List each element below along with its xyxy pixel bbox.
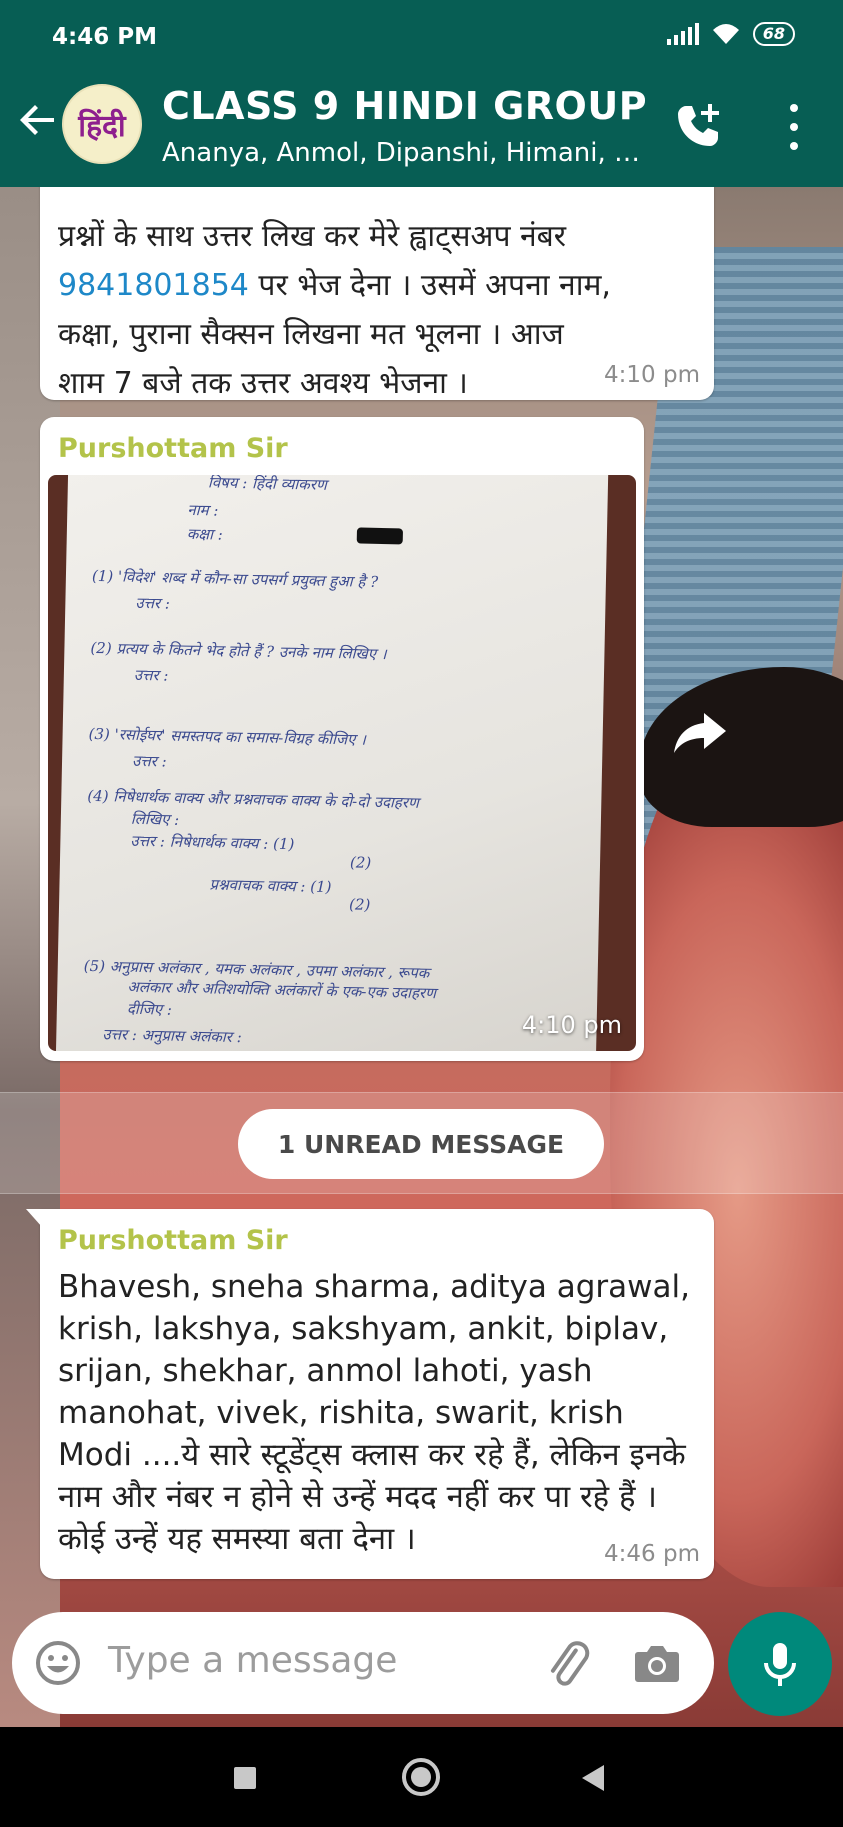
message-bubble[interactable]: प्रश्नों के साथ उत्तर लिख कर मेरे ह्वाट्… [40,187,714,401]
attach-icon[interactable] [540,1636,596,1692]
message-time: 4:10 pm [521,1011,622,1039]
status-icons: 68 [666,22,795,46]
mic-icon [764,1643,796,1686]
sender-name: Purshottam Sir [58,1225,288,1256]
worksheet-line: (2) [348,895,371,914]
status-time: 4:46 PM [52,24,157,50]
worksheet-photo[interactable]: विषय : हिंदी व्याकरण नाम : कक्षा : (1) '… [48,475,636,1051]
chat-area[interactable]: प्रश्नों के साथ उत्तर लिख कर मेरे ह्वाट्… [0,187,843,1727]
worksheet-line: उत्तर : [133,665,169,685]
message-time: 4:46 pm [604,1541,700,1567]
message-line: शाम 7 बजे तक उत्तर अवश्य भेजना । [58,366,468,401]
message-composer: Type a message [0,1600,843,1727]
worksheet-line: उत्तर : [131,751,167,771]
worksheet-line: (2) प्रत्यय के कितने भेद होते हैं ? उनके… [90,638,387,664]
worksheet-line: (2) [349,853,372,872]
chat-title[interactable]: CLASS 9 HINDI GROUP [162,84,647,128]
battery-icon: 68 [752,22,795,46]
worksheet-line: उत्तर : [135,593,171,613]
worksheet-line: विषय : हिंदी व्याकरण [207,475,327,494]
system-nav-bar [0,1727,843,1827]
avatar-logo-text: हिंदी [78,108,126,144]
worksheet-paper: विषय : हिंदी व्याकरण नाम : कक्षा : (1) '… [55,475,609,1051]
message-text: Bhavesh, sneha sharma, aditya agrawal, k… [58,1269,690,1557]
camera-icon[interactable] [630,1636,684,1690]
recents-button[interactable] [234,1767,256,1789]
sender-name: Purshottam Sir [58,433,288,464]
add-call-icon[interactable] [672,100,724,152]
back-arrow-icon[interactable] [14,96,62,144]
back-button[interactable] [582,1765,604,1791]
message-line: प्रश्नों के साथ उत्तर लिख कर मेरे ह्वाट्… [58,219,567,254]
emoji-icon[interactable] [34,1639,82,1687]
group-avatar[interactable]: हिंदी [62,84,142,164]
input-placeholder: Type a message [108,1640,398,1681]
image-message-bubble[interactable]: Purshottam Sir विषय : हिंदी व्याकरण नाम … [40,417,644,1061]
signal-icon [666,23,699,45]
wifi-icon [712,24,739,44]
worksheet-line: प्रश्नवाचक वाक्य : (1) [209,875,332,897]
worksheet-line: कक्षा : [186,524,224,544]
more-vert-icon[interactable] [776,104,812,150]
forward-icon[interactable] [670,707,730,757]
message-line: कक्षा, पुराना सैक्सन लिखना मत भूलना । आज [58,317,564,352]
worksheet-line: उत्तर : निषेधार्थक वाक्य : (1) [130,831,295,854]
message-text: प्रश्नों के साथ उत्तर लिख कर मेरे ह्वाट्… [58,187,696,408]
status-bar: 4:46 PM 68 [0,0,843,62]
worksheet-line: दीजिए : [126,999,173,1019]
worksheet-line: (1) 'विदेश' शब्द में कौन-सा उपसर्ग प्रयु… [91,566,379,591]
chat-header: हिंदी CLASS 9 HINDI GROUP Ananya, Anmol,… [0,62,843,187]
unread-divider: 1 UNREAD MESSAGE [0,1092,843,1194]
mic-button[interactable] [728,1612,832,1716]
worksheet-line: उत्तर : अनुप्रास अलंकार : [102,1025,242,1047]
worksheet-line: (3) 'रसोईघर' समस्तपद का समास-विग्रह कीजि… [88,724,367,749]
message-line: 9841801854 पर भेज देना । उसमें अपना नाम, [58,268,611,303]
home-button[interactable] [402,1758,440,1796]
message-bubble[interactable]: Purshottam Sir Bhavesh, sneha sharma, ad… [26,1209,714,1579]
chat-participants[interactable]: Ananya, Anmol, Dipanshi, Himani, Ka... [162,138,648,168]
unread-badge: 1 UNREAD MESSAGE [238,1109,604,1179]
message-input[interactable]: Type a message [12,1612,714,1714]
worksheet-line: लिखिए : [130,809,180,829]
worksheet-line: नाम : [187,500,219,520]
phone-number-link[interactable]: 9841801854 [58,268,249,303]
message-time: 4:10 pm [604,362,700,388]
